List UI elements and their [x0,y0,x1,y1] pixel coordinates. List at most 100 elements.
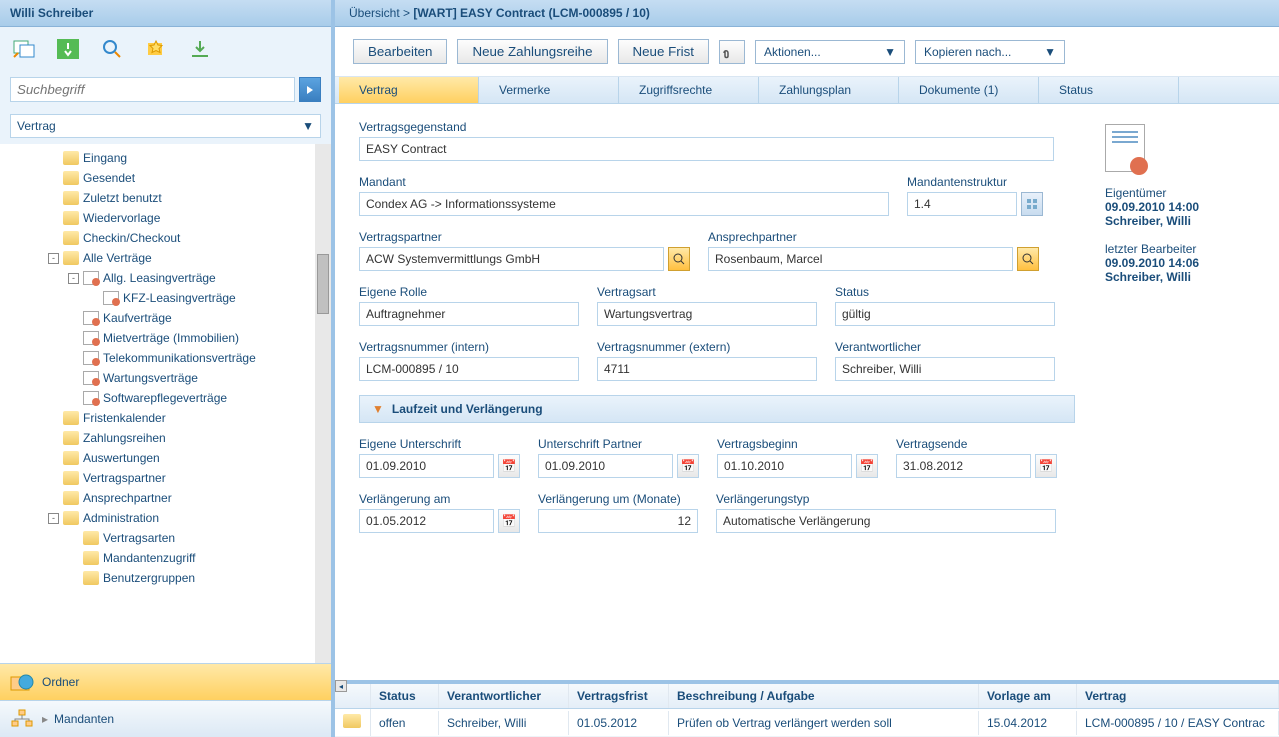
tree-item[interactable]: Auswertungen [0,448,331,468]
tab-vermerke[interactable]: Vermerke [479,77,619,103]
sign-partner-field[interactable]: 01.09.2010 [538,454,673,478]
tree-item[interactable]: Softwarepflegeverträge [0,388,331,408]
breadcrumb-root[interactable]: Übersicht [349,6,400,20]
type-field[interactable]: Wartungsvertrag [597,302,817,326]
struct-lookup-button[interactable] [1021,192,1043,216]
status-field[interactable]: gültig [835,302,1055,326]
tree-item[interactable]: Mandantenzugriff [0,548,331,568]
grid-header-cell[interactable]: Vorlage am [979,684,1077,708]
calendar-button[interactable]: 📅 [1035,454,1057,478]
client-struct-field[interactable]: 1.4 [907,192,1017,216]
tree-item[interactable]: Gesendet [0,168,331,188]
tree-item[interactable]: Telekommunikationsverträge [0,348,331,368]
num-ext-field[interactable]: 4711 [597,357,817,381]
chevron-down-icon: ▼ [302,119,314,133]
subject-field[interactable]: EASY Contract [359,137,1054,161]
tree-item[interactable]: -Allg. Leasingverträge [0,268,331,288]
tree-item[interactable]: Checkin/Checkout [0,228,331,248]
tree-item[interactable]: Vertragspartner [0,468,331,488]
tree-item[interactable]: -Administration [0,508,331,528]
responsible-field[interactable]: Schreiber, Willi [835,357,1055,381]
panel-mandanten[interactable]: ▸ Mandanten [0,700,331,737]
tree-item[interactable]: Eingang [0,148,331,168]
tree-item-label: Mietverträge (Immobilien) [103,331,239,345]
tree-item-label: Wartungsverträge [103,371,198,385]
tab-zahlungsplan[interactable]: Zahlungsplan [759,77,899,103]
calendar-button[interactable]: 📅 [498,509,520,533]
partner-lookup-button[interactable] [668,247,690,271]
tree-item[interactable]: Wiedervorlage [0,208,331,228]
tree-item[interactable]: Fristenkalender [0,408,331,428]
tree-item[interactable]: -Alle Verträge [0,248,331,268]
expander-icon[interactable]: - [68,273,79,284]
tab-dokumente[interactable]: Dokumente (1) [899,77,1039,103]
download-icon[interactable] [186,37,214,61]
new-deadline-button[interactable]: Neue Frist [618,39,709,64]
search-icon[interactable] [98,37,126,61]
grid-cell[interactable] [335,709,371,736]
num-int-field[interactable]: LCM-000895 / 10 [359,357,579,381]
expander-icon[interactable]: - [48,253,59,264]
tree-item[interactable]: Zahlungsreihen [0,428,331,448]
tab-vertrag[interactable]: Vertrag [339,77,479,103]
grid-cell[interactable]: LCM-000895 / 10 / EASY Contrac [1077,711,1279,735]
search-input[interactable] [10,77,295,102]
tree-item[interactable]: Vertragsarten [0,528,331,548]
payment-icon [63,431,79,445]
tree-item[interactable]: Mietverträge (Immobilien) [0,328,331,348]
grid-header-cell[interactable]: Status [371,684,439,708]
end-field[interactable]: 31.08.2012 [896,454,1031,478]
copy-dropdown[interactable]: Kopieren nach...▼ [915,40,1065,64]
contact-field[interactable]: Rosenbaum, Marcel [708,247,1013,271]
sign-own-label: Eigene Unterschrift [359,437,520,451]
grid-cell[interactable]: Schreiber, Willi [439,711,569,735]
favorites-icon[interactable] [142,37,170,61]
new-payment-button[interactable]: Neue Zahlungsreihe [457,39,607,64]
attachment-button[interactable] [719,40,745,64]
splitter-handle[interactable]: ◂ [335,680,347,692]
tree-item[interactable]: Zuletzt benutzt [0,188,331,208]
tree-item[interactable]: Ansprechpartner [0,488,331,508]
filter-dropdown[interactable]: Vertrag ▼ [10,114,321,138]
ext-type-field[interactable]: Automatische Verlängerung [716,509,1056,533]
tree-item[interactable]: Wartungsverträge [0,368,331,388]
grid-cell[interactable]: 01.05.2012 [569,711,669,735]
grid-cell[interactable]: offen [371,711,439,735]
grid-cell[interactable]: Prüfen ob Vertrag verlängert werden soll [669,711,979,735]
exit-icon[interactable] [54,37,82,61]
tab-status[interactable]: Status [1039,77,1179,103]
ext-by-field[interactable]: 12 [538,509,698,533]
actions-dropdown[interactable]: Aktionen...▼ [755,40,905,64]
grid-cell[interactable]: 15.04.2012 [979,711,1077,735]
inbox-icon [63,151,79,165]
section-runtime[interactable]: ▼Laufzeit und Verlängerung [359,395,1075,423]
calendar-button[interactable]: 📅 [498,454,520,478]
grid-header-cell[interactable]: Vertrag [1077,684,1279,708]
tree-item[interactable]: KFZ-Leasingverträge [0,288,331,308]
filter-dropdown-label: Vertrag [17,119,56,133]
contact-lookup-button[interactable] [1017,247,1039,271]
grid-header-cell[interactable]: Beschreibung / Aufgabe [669,684,979,708]
document-icon[interactable] [1105,124,1145,172]
client-field[interactable]: Condex AG -> Informationssysteme [359,192,889,216]
grid-header-cell[interactable]: Verantwortlicher [439,684,569,708]
search-button[interactable] [299,77,321,102]
role-field[interactable]: Auftragnehmer [359,302,579,326]
tree-scrollbar[interactable] [315,144,331,663]
sign-own-field[interactable]: 01.09.2010 [359,454,494,478]
ext-on-field[interactable]: 01.05.2012 [359,509,494,533]
grid-header-cell[interactable]: Vertragsfrist [569,684,669,708]
start-field[interactable]: 01.10.2010 [717,454,852,478]
tree-item[interactable]: Benutzergruppen [0,568,331,588]
edit-button[interactable]: Bearbeiten [353,39,447,64]
tree-item[interactable]: Kaufverträge [0,308,331,328]
calendar-button[interactable]: 📅 [856,454,878,478]
breadcrumb-current: [WART] EASY Contract (LCM-000895 / 10) [413,6,650,20]
expander-icon[interactable]: - [48,513,59,524]
editor-date: 09.09.2010 14:06 [1105,256,1255,270]
partner-field[interactable]: ACW Systemvermittlungs GmbH [359,247,664,271]
tab-zugriffsrechte[interactable]: Zugriffsrechte [619,77,759,103]
calendar-button[interactable]: 📅 [677,454,699,478]
new-window-icon[interactable] [10,37,38,61]
panel-ordner[interactable]: Ordner [0,663,331,700]
